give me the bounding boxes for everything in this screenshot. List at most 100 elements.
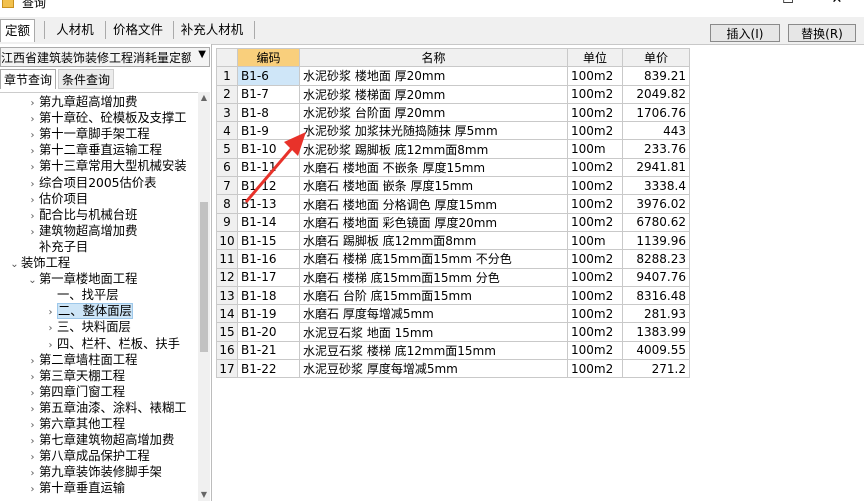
table-row[interactable]: 10 B1-15 水磨石 踢脚板 底12mm面8mm 100m 1139.96 [216, 230, 690, 251]
chevron-right-icon[interactable]: › [26, 482, 39, 498]
row-price[interactable]: 443 [622, 121, 690, 141]
row-code[interactable]: B1-13 [237, 194, 300, 214]
table-row[interactable]: 8 B1-13 水磨石 楼地面 分格调色 厚度15mm 100m2 3976.02 [216, 194, 690, 214]
row-name[interactable]: 水泥砂浆 加浆抹光随捣随抹 厚5mm [299, 121, 568, 141]
row-price[interactable]: 8288.23 [622, 249, 690, 269]
row-index[interactable]: 10 [216, 230, 238, 251]
tree-item[interactable]: › 第四章门窗工程 [26, 384, 126, 400]
row-code[interactable]: B1-19 [237, 304, 300, 324]
table-row[interactable]: 15 B1-20 水泥豆石浆 地面 15mm 100m2 1383.99 [216, 322, 690, 342]
row-unit[interactable]: 100m2 [567, 285, 623, 306]
row-index[interactable]: 6 [216, 157, 238, 178]
row-price[interactable]: 4009.55 [622, 340, 690, 361]
library-select[interactable]: 江西省建筑装饰装修工程消耗量定额 ▼ [0, 47, 210, 67]
row-price[interactable]: 839.21 [622, 66, 690, 86]
table-row[interactable]: 2 B1-7 水泥砂浆 楼梯面 厚20mm 100m2 2049.82 [216, 84, 690, 104]
tree-item[interactable]: 补充子目 [26, 239, 88, 255]
row-code[interactable]: B1-10 [237, 139, 300, 159]
row-price[interactable]: 1706.76 [622, 102, 690, 123]
row-index[interactable]: 15 [216, 322, 238, 342]
tree-item[interactable]: › 第十二章垂直运输工程 [26, 142, 162, 158]
row-price[interactable]: 3976.02 [622, 194, 690, 214]
row-unit[interactable]: 100m2 [567, 176, 623, 196]
row-price[interactable]: 2941.81 [622, 157, 690, 178]
row-name[interactable]: 水泥砂浆 楼梯面 厚20mm [299, 84, 568, 104]
row-index[interactable]: 1 [216, 66, 238, 86]
row-unit[interactable]: 100m2 [567, 359, 623, 379]
row-code[interactable]: B1-14 [237, 212, 300, 232]
header-code[interactable]: 编码 [237, 47, 300, 68]
tree-item[interactable]: › 综合项目2005估价表 [26, 175, 157, 191]
tab-price-file[interactable]: 价格文件 [110, 19, 166, 41]
tree-item[interactable]: › 四、栏杆、栏板、扶手 [44, 336, 180, 352]
row-code[interactable]: B1-7 [237, 84, 300, 104]
row-unit[interactable]: 100m2 [567, 212, 623, 232]
row-unit[interactable]: 100m [567, 139, 623, 159]
row-code[interactable]: B1-6 [237, 66, 300, 86]
table-row[interactable]: 16 B1-21 水泥豆石浆 楼梯 底12mm面15mm 100m2 4009.55 [216, 340, 690, 361]
tab-chapter-query[interactable]: 章节查询 [0, 69, 56, 89]
row-index[interactable]: 7 [216, 176, 238, 196]
row-unit[interactable]: 100m2 [567, 194, 623, 214]
row-code[interactable]: B1-9 [237, 121, 300, 141]
row-name[interactable]: 水泥豆石浆 地面 15mm [299, 322, 568, 342]
scroll-up-icon[interactable]: ▲ [198, 92, 210, 104]
row-unit[interactable]: 100m2 [567, 267, 623, 287]
row-code[interactable]: B1-20 [237, 322, 300, 342]
row-unit[interactable]: 100m2 [567, 157, 623, 178]
chevron-down-icon[interactable]: ⌄ [8, 257, 21, 273]
row-price[interactable]: 2049.82 [622, 84, 690, 104]
row-index[interactable]: 12 [216, 267, 238, 287]
insert-button[interactable]: 插入(I) [710, 24, 780, 42]
row-code[interactable]: B1-18 [237, 285, 300, 306]
row-code[interactable]: B1-17 [237, 267, 300, 287]
row-code[interactable]: B1-8 [237, 102, 300, 123]
row-name[interactable]: 水磨石 台阶 底15mm面15mm [299, 285, 568, 306]
row-name[interactable]: 水泥豆石浆 楼梯 底12mm面15mm [299, 340, 568, 361]
tree-item[interactable]: › 第八章成品保护工程 [26, 448, 150, 464]
replace-button[interactable]: 替换(R) [788, 24, 856, 42]
tree-item[interactable]: ⌄ 第一章楼地面工程 [26, 271, 137, 287]
table-row[interactable]: 13 B1-18 水磨石 台阶 底15mm面15mm 100m2 8316.48 [216, 285, 690, 306]
tree-item[interactable]: › 配合比与机械台班 [26, 207, 138, 223]
tree-item[interactable]: › 第十章砼、砼模板及支撑工 [26, 110, 187, 126]
row-name[interactable]: 水磨石 厚度每增减5mm [299, 304, 568, 324]
row-index[interactable]: 11 [216, 249, 238, 269]
tree-item[interactable]: 一、找平层 [44, 287, 119, 303]
row-name[interactable]: 水磨石 楼地面 不嵌条 厚度15mm [299, 157, 568, 178]
tab-materials[interactable]: 人材机 [52, 19, 98, 41]
row-name[interactable]: 水磨石 楼地面 嵌条 厚度15mm [299, 176, 568, 196]
minimize-button[interactable]: — [735, 0, 749, 8]
row-code[interactable]: B1-22 [237, 359, 300, 379]
tree-scrollbar[interactable]: ▲ ▼ [198, 92, 210, 501]
row-unit[interactable]: 100m [567, 230, 623, 251]
row-index[interactable]: 5 [216, 139, 238, 159]
row-name[interactable]: 水泥砂浆 台阶面 厚20mm [299, 102, 568, 123]
row-name[interactable]: 水磨石 踢脚板 底12mm面8mm [299, 230, 568, 251]
table-row[interactable]: 11 B1-16 水磨石 楼梯 底15mm面15mm 不分色 100m2 8288.23 [216, 249, 690, 269]
row-price[interactable]: 9407.76 [622, 267, 690, 287]
row-price[interactable]: 271.2 [622, 359, 690, 379]
tree-item[interactable]: › 第七章建筑物超高增加费 [26, 432, 175, 448]
row-code[interactable]: B1-12 [237, 176, 300, 196]
table-row[interactable]: 14 B1-19 水磨石 厚度每增减5mm 100m2 281.93 [216, 304, 690, 324]
row-unit[interactable]: 100m2 [567, 322, 623, 342]
tree-item[interactable]: › 估价项目 [26, 191, 89, 207]
row-code[interactable]: B1-11 [237, 157, 300, 178]
scroll-thumb[interactable] [200, 202, 208, 352]
table-row[interactable]: 4 B1-9 水泥砂浆 加浆抹光随捣随抹 厚5mm 100m2 443 [216, 121, 690, 141]
row-unit[interactable]: 100m2 [567, 102, 623, 123]
tree-item[interactable]: › 二、整体面层 [44, 303, 133, 320]
table-row[interactable]: 5 B1-10 水泥砂浆 踢脚板 底12mm面8mm 100m 233.76 [216, 139, 690, 159]
tab-supplement-materials[interactable]: 补充人材机 [178, 19, 246, 41]
row-index[interactable]: 14 [216, 304, 238, 324]
row-index[interactable]: 3 [216, 102, 238, 123]
row-name[interactable]: 水磨石 楼地面 分格调色 厚度15mm [299, 194, 568, 214]
row-price[interactable]: 3338.4 [622, 176, 690, 196]
row-unit[interactable]: 100m2 [567, 66, 623, 86]
row-price[interactable]: 6780.62 [622, 212, 690, 232]
tree-item[interactable]: › 第六章其他工程 [26, 416, 126, 432]
header-unit[interactable]: 单位 [567, 47, 623, 68]
table-row[interactable]: 12 B1-17 水磨石 楼梯 底15mm面15mm 分色 100m2 9407.76 [216, 267, 690, 287]
row-unit[interactable]: 100m2 [567, 304, 623, 324]
